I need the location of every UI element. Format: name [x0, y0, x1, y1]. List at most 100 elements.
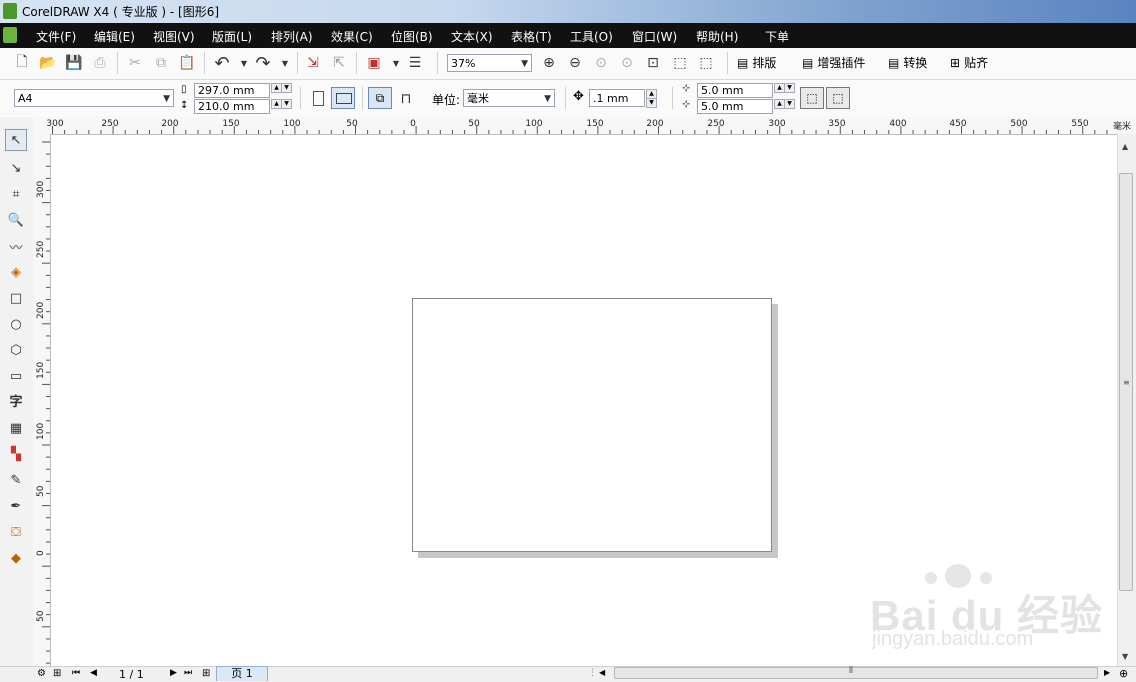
pick-tool-icon[interactable]: ↖	[5, 129, 27, 151]
landscape-button[interactable]	[331, 87, 355, 109]
menu-layout[interactable]: 版面(L)	[212, 28, 252, 45]
ellipse-tool-icon[interactable]: ○	[5, 313, 27, 335]
snap-button[interactable]: ⊞ 贴齐	[950, 54, 988, 71]
page-tab[interactable]: 页 1	[216, 666, 268, 681]
spin-down-icon[interactable]: ▼	[281, 99, 292, 109]
welcome-screen-icon[interactable]: ☰	[405, 53, 425, 73]
scroll-left-icon[interactable]: ◀	[599, 668, 605, 677]
interactive-fill-tool-icon[interactable]: ◆	[5, 547, 27, 569]
menu-order[interactable]: 下单	[765, 28, 789, 45]
spin-down-icon[interactable]: ▼	[281, 83, 292, 93]
save-icon[interactable]: 💾	[64, 53, 84, 73]
polygon-tool-icon[interactable]: ⬡	[5, 339, 27, 361]
portrait-icon[interactable]	[313, 91, 324, 106]
navigator-icon[interactable]: ⊕	[1119, 667, 1128, 680]
page-height-input[interactable]: 210.0 mm	[194, 99, 270, 114]
zoom-tool-icon[interactable]: 🔍	[5, 209, 27, 231]
all-pages-button[interactable]: ⧉	[368, 87, 392, 109]
convert-button[interactable]: ▤ 转换	[888, 54, 927, 71]
layout-button[interactable]: ▤ 排版	[737, 54, 776, 71]
page-width-input[interactable]: 297.0 mm	[194, 83, 270, 98]
horizontal-ruler[interactable]: 300 250 200 150 100 50 0 50 100 150 200 …	[33, 117, 1136, 135]
treat-as-filled-button[interactable]: ⬚	[800, 87, 824, 109]
menu-file[interactable]: 文件(F)	[36, 28, 76, 45]
zoom-page-height-icon[interactable]: ⬚	[696, 53, 716, 73]
vertical-ruler[interactable]: 300 250 200 150 100 50 0 50	[33, 134, 51, 666]
zoom-page-icon[interactable]: ⊡	[643, 53, 663, 73]
eyedropper-tool-icon[interactable]: ✎	[5, 469, 27, 491]
menu-bitmaps[interactable]: 位图(B)	[391, 28, 433, 45]
import-icon[interactable]: ⇲	[303, 53, 323, 73]
previous-page-icon[interactable]: ◀	[90, 668, 97, 678]
menu-window[interactable]: 窗口(W)	[632, 28, 677, 45]
basic-shapes-tool-icon[interactable]: ▭	[5, 365, 27, 387]
v-tick-label: 50	[36, 610, 46, 622]
paste-icon[interactable]: 📋	[177, 53, 197, 73]
document-page[interactable]	[412, 298, 772, 552]
open-icon[interactable]: 📂	[38, 53, 58, 73]
unit-select[interactable]: 毫米 ▼	[463, 89, 555, 107]
menu-tools[interactable]: 工具(O)	[570, 28, 613, 45]
print-icon[interactable]: ⎙	[90, 53, 110, 73]
application-launcher-icon[interactable]: ▣	[364, 53, 384, 73]
spin-down-icon[interactable]: ▼	[784, 99, 795, 109]
fill-tool-icon[interactable]: ⛋	[5, 521, 27, 543]
nudge-distance-input[interactable]: .1 mm	[589, 89, 645, 107]
redo-icon[interactable]: ↷	[253, 53, 273, 74]
treat-as-filled-icon: ⬚	[806, 91, 818, 105]
menu-text[interactable]: 文本(X)	[451, 28, 493, 45]
menu-effects[interactable]: 效果(C)	[331, 28, 373, 45]
paper-size-select[interactable]: A4 ▼	[14, 89, 174, 107]
vertical-scroll-thumb[interactable]: ≡	[1119, 173, 1133, 591]
crop-tool-icon[interactable]: ⌗	[5, 183, 27, 205]
scroll-down-icon[interactable]: ▼	[1122, 652, 1128, 661]
first-page-icon[interactable]: ⏮	[72, 668, 80, 678]
spin-down-icon[interactable]: ▼	[784, 83, 795, 93]
menu-view[interactable]: 视图(V)	[153, 28, 195, 45]
undo-icon[interactable]: ↶	[212, 53, 232, 74]
menu-help[interactable]: 帮助(H)	[696, 28, 738, 45]
zoom-all-objects-icon[interactable]: ⊙	[617, 53, 637, 73]
zoom-in-icon[interactable]: ⊕	[539, 53, 559, 73]
zoom-out-icon[interactable]: ⊖	[565, 53, 585, 73]
spin-down-icon[interactable]: ▼	[646, 98, 657, 108]
plugins-button[interactable]: ▤ 增强插件	[802, 54, 865, 71]
separator	[300, 87, 301, 109]
menu-edit[interactable]: 编辑(E)	[94, 28, 135, 45]
horizontal-scroll-thumb[interactable]: ⦀	[614, 666, 1098, 679]
scroll-right-icon[interactable]: ▶	[1104, 668, 1110, 677]
next-page-icon[interactable]: ▶	[170, 668, 177, 678]
shape-tool-icon[interactable]: ↘	[5, 157, 27, 179]
copy-icon[interactable]: ⧉	[151, 53, 171, 73]
outline-tool-icon[interactable]: ✒	[5, 495, 27, 517]
new-icon[interactable]: 🗋	[12, 53, 32, 73]
zoom-selected-icon[interactable]: ⊙	[591, 53, 611, 73]
nav-settings-icon[interactable]: ⚙	[37, 668, 46, 679]
menu-table[interactable]: 表格(T)	[511, 28, 552, 45]
freehand-tool-icon[interactable]: 〰	[5, 235, 27, 257]
add-page-before-icon[interactable]: ⊞	[53, 668, 61, 679]
duplicate-y-input[interactable]: 5.0 mm	[697, 99, 773, 114]
duplicate-x-input[interactable]: 5.0 mm	[697, 83, 773, 98]
interactive-blend-tool-icon[interactable]: ▚	[5, 443, 27, 465]
splitter-icon[interactable]: ⋮	[588, 668, 597, 678]
text-tool-icon[interactable]: 字	[5, 389, 27, 411]
export-icon[interactable]: ⇱	[329, 53, 349, 73]
menu-arrange[interactable]: 排列(A)	[271, 28, 313, 45]
current-page-icon[interactable]: ⊓	[396, 89, 416, 109]
h-tick-label: 550	[1071, 119, 1089, 129]
last-page-icon[interactable]: ⏭	[184, 668, 192, 678]
rectangle-tool-icon[interactable]: □	[5, 287, 27, 309]
add-page-after-icon[interactable]: ⊞	[202, 668, 210, 679]
undo-dropdown-icon[interactable]: ▼	[234, 53, 254, 73]
zoom-level-select[interactable]: 37% ▼	[447, 54, 532, 72]
table-tool-icon[interactable]: ▦	[5, 417, 27, 439]
doc-icon[interactable]	[3, 27, 17, 43]
cut-icon[interactable]: ✂	[125, 53, 145, 73]
redo-dropdown-icon[interactable]: ▼	[275, 53, 295, 73]
launcher-dropdown-icon[interactable]: ▼	[386, 53, 406, 73]
scroll-up-icon[interactable]: ▲	[1122, 142, 1128, 151]
zoom-page-width-icon[interactable]: ⬚	[670, 53, 690, 73]
draw-object-bounding-button[interactable]: ⬚	[826, 87, 850, 109]
smart-fill-tool-icon[interactable]: ◈	[5, 261, 27, 283]
